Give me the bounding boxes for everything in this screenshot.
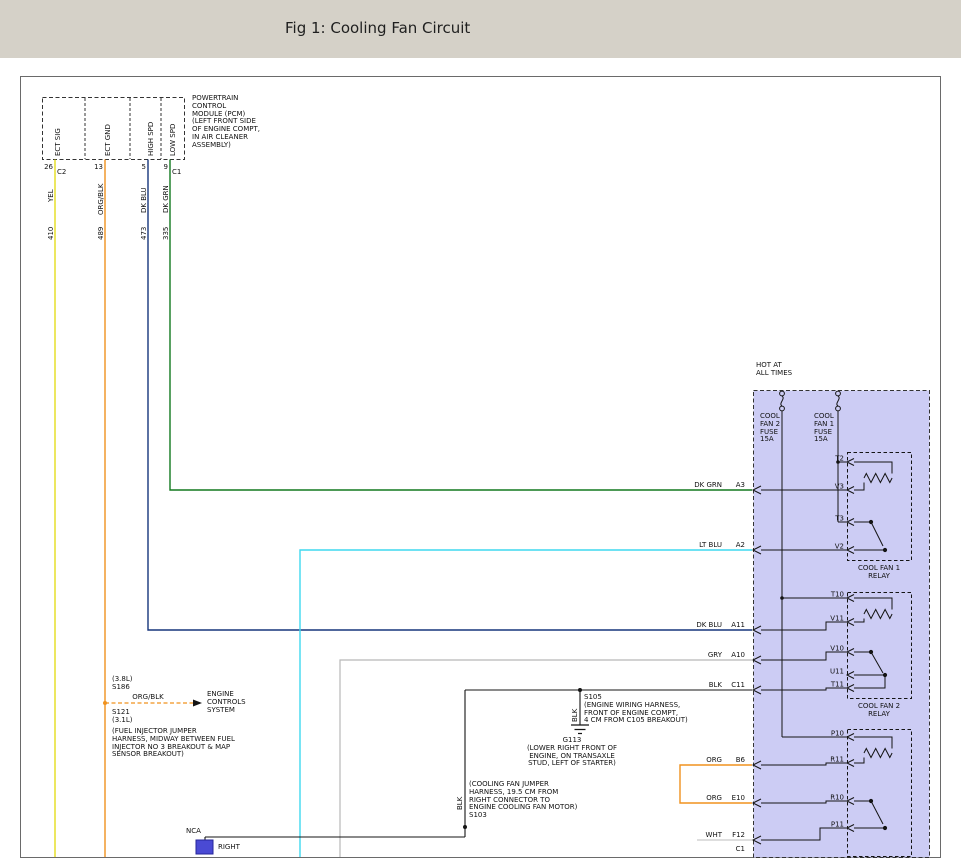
circuit-473: 473 [140,227,148,240]
contact-dot [883,673,886,676]
junction-dot [780,596,784,600]
cool-fan-2-fuse-label: COOL FAN 2 FUSE 15A [760,413,780,444]
circuit-335: 335 [162,227,170,240]
right-fan-connector [196,840,213,854]
cool-fan-2-relay-label: COOL FAN 2 RELAY [846,703,912,719]
contact-dot [869,650,872,653]
splice-dot-s105 [578,688,582,692]
pcm-signal-high-spd: HIGH SPD [147,122,155,156]
pcm-outline [43,98,185,160]
s121-description: (FUEL INJECTOR JUMPER HARNESS, MIDWAY BE… [112,728,235,759]
splice-dot-s103 [463,825,467,829]
pin-c11: C11 [731,681,745,689]
pin-a11: A11 [731,621,745,629]
relay-connector-c1: C1 [736,845,745,853]
wire-ltblu-label: LT BLU [699,541,722,549]
dkgrn-wire-335 [170,160,752,491]
pin-b6: B6 [736,756,746,764]
wire-color-dkblu: DK BLU [140,187,148,213]
g113-description: G113 (LOWER RIGHT FRONT OF ENGINE, ON TR… [512,737,632,768]
wire-dkblu-label: DK BLU [696,621,722,629]
cool-fan-1-fuse-label: COOL FAN 1 FUSE 15A [814,413,834,444]
splice-dot-s186 [103,701,107,705]
pin-f12: F12 [732,831,745,839]
pin-t3: T3 [834,515,844,523]
cooling-fan-circuit-page: Fig 1: Cooling Fan Circuit ECT SIG ECT G… [0,0,961,858]
circuit-410: 410 [47,227,55,240]
pin-v2: V2 [835,543,844,551]
relay-center-box: T2 V3 T3 V2 T10 V11 V10 U11 T11 P10 R11 … [753,391,930,858]
pin-t2: T2 [834,455,844,463]
pin-v11: V11 [830,615,844,623]
pin-v3: V3 [835,483,844,491]
pin-v10: V10 [830,645,844,653]
pin-r11: R11 [830,756,844,764]
pin-a10: A10 [731,651,745,659]
pcm-connector-box: ECT SIG ECT GND HIGH SPD LOW SPD 26 13 5… [43,98,185,177]
ground-symbol-g113 [571,725,589,734]
wire-wht-label: WHT [706,831,723,839]
pcm-signal-ect-sig: ECT SIG [54,128,62,156]
engine-controls-system-label: ENGINE CONTROLS SYSTEM [207,691,246,714]
pin-a3: A3 [736,481,745,489]
pcm-pin-26: 26 [44,163,53,171]
wire-org-label-1: ORG [706,756,722,764]
s121-label: S121 (3.1L) [112,709,133,725]
pin-r10: R10 [830,794,844,802]
pcm-pin-9: 9 [164,163,168,171]
hot-at-all-times-label: HOT AT ALL TIMES [756,362,792,378]
pcm-description: POWERTRAIN CONTROL MODULE (PCM) (LEFT FR… [192,95,260,150]
s103-description: (COOLING FAN JUMPER HARNESS, 19.5 CM FRO… [469,781,577,820]
pin-p11: P11 [831,821,844,829]
s186-label: (3.8L) S186 [112,676,133,692]
pcm-signal-low-spd: LOW SPD [169,124,177,156]
dkblu-wire-473 [148,160,752,631]
pcm-pin-5: 5 [142,163,146,171]
nca-label: NCA [186,827,201,835]
engine-controls-arrowhead-icon [193,700,202,707]
contact-dot [869,520,872,523]
pin-a2: A2 [736,541,745,549]
wire-blk-label: BLK [709,681,723,689]
wire-gry-label: GRY [708,651,723,659]
circuit-489: 489 [97,227,105,240]
wire-color-dkgrn: DK GRN [162,185,170,213]
pcm-signal-ect-gnd: ECT GND [104,124,112,156]
wire-labels: YEL 410 ORG/BLK 489 DK BLU 473 DK GRN 33… [47,183,170,240]
wire-color-orgblk: ORG/BLK [97,183,105,215]
relay-edge-wire-labels: DK GRN A3 LT BLU A2 DK BLU A11 GRY A10 B… [694,481,745,853]
right-fan-label: RIGHT [218,843,241,851]
pin-u11: U11 [830,668,844,676]
cool-fan-1-relay-label: COOL FAN 1 RELAY [846,565,912,581]
contact-dot [869,799,872,802]
pin-t10: T10 [830,591,844,599]
wire-org-label-2: ORG [706,794,722,802]
blk-label-s105: BLK [571,708,579,722]
blk-label-s103: BLK [456,796,464,810]
pin-e10: E10 [732,794,745,802]
pin-t11: T11 [830,681,844,689]
contact-dot [883,826,886,829]
pcm-connector-c1: C1 [172,168,181,176]
pin-p10: P10 [831,730,844,738]
contact-dot [883,548,886,551]
pcm-pin-13: 13 [94,163,103,171]
orgblk-splice-label: ORG/BLK [132,693,164,701]
s105-description: S105 (ENGINE WIRING HARNESS, FRONT OF EN… [584,694,688,725]
pcm-connector-c2: C2 [57,168,66,176]
wire-dkgrn-label: DK GRN [694,481,722,489]
wire-color-yel: YEL [47,189,55,203]
